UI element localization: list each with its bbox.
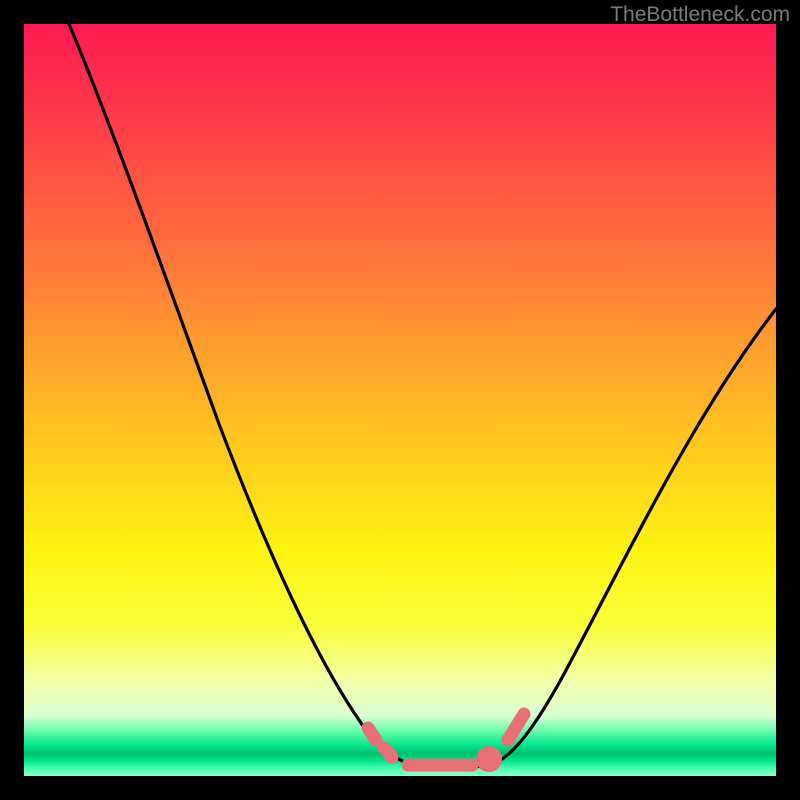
watermark-text: TheBottleneck.com: [610, 3, 790, 27]
curve-path: [69, 24, 776, 768]
trough-markers: [368, 714, 524, 766]
chart-frame: TheBottleneck.com: [0, 0, 800, 800]
plot-area: [24, 24, 776, 776]
bottleneck-curve: [24, 24, 776, 776]
